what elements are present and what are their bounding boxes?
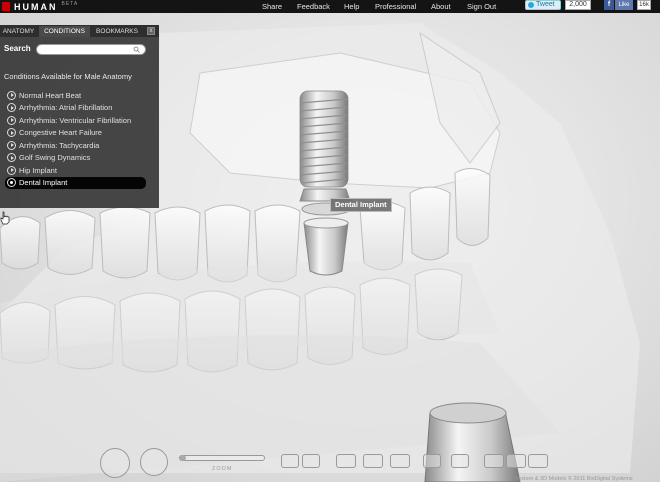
conditions-panel: ANATOMY CONDITIONS BOOKMARKS x Search Co… bbox=[0, 25, 159, 208]
search-input[interactable] bbox=[36, 44, 146, 55]
brand-logo-icon bbox=[2, 2, 10, 11]
play-icon bbox=[7, 140, 16, 150]
layers-icon[interactable] bbox=[423, 454, 441, 468]
tooltip-label: Dental Implant bbox=[330, 198, 392, 212]
tab-anatomy[interactable]: ANATOMY bbox=[0, 26, 37, 37]
tweet-label: Tweet bbox=[536, 1, 555, 8]
skeleton-view-icon[interactable] bbox=[506, 454, 526, 468]
list-item[interactable]: Congestive Heart Failure bbox=[5, 127, 146, 140]
eraser-icon[interactable] bbox=[390, 454, 410, 468]
nav-feedback-link[interactable]: Feedback bbox=[297, 2, 330, 11]
like-button[interactable]: Like bbox=[615, 0, 633, 10]
list-item[interactable]: Normal Heart Beat bbox=[5, 89, 146, 102]
condition-label: Normal Heart Beat bbox=[19, 90, 82, 100]
gender-icon[interactable] bbox=[281, 454, 299, 468]
play-icon bbox=[7, 90, 16, 100]
play-icon bbox=[7, 128, 16, 138]
tab-conditions[interactable]: CONDITIONS bbox=[39, 26, 90, 37]
list-item[interactable]: Hip Implant bbox=[5, 164, 146, 177]
twitter-bird-icon bbox=[528, 2, 534, 8]
zoom-label: ZOOM bbox=[212, 466, 233, 472]
pan-icon[interactable] bbox=[140, 448, 168, 476]
nav-share-link[interactable]: Share bbox=[262, 2, 282, 11]
zoom-slider-handle[interactable] bbox=[180, 455, 186, 461]
beta-badge: BETA bbox=[61, 0, 79, 7]
condition-label: Arrhythmia: Tachycardia bbox=[19, 140, 100, 150]
facebook-icon: f bbox=[604, 0, 614, 10]
play-icon bbox=[7, 115, 16, 125]
tab-bookmarks[interactable]: BOOKMARKS bbox=[92, 26, 142, 37]
panel-tabs: ANATOMY CONDITIONS BOOKMARKS x bbox=[0, 25, 159, 37]
condition-label: Congestive Heart Failure bbox=[19, 128, 102, 138]
implant-screw-icon bbox=[299, 90, 351, 276]
nav-professional-link[interactable]: Professional bbox=[375, 2, 416, 11]
zoom-slider[interactable] bbox=[179, 455, 265, 461]
search-label: Search bbox=[4, 44, 31, 53]
nav-help-link[interactable]: Help bbox=[344, 2, 359, 11]
brand-name: HUMAN bbox=[14, 1, 58, 12]
nav-signout-link[interactable]: Sign Out bbox=[467, 2, 496, 11]
condition-label: Dental Implant bbox=[19, 178, 68, 188]
nav-about-link[interactable]: About bbox=[431, 2, 451, 11]
list-item[interactable]: Arrhythmia: Atrial Fibrillation bbox=[5, 102, 146, 115]
list-item[interactable]: Golf Swing Dynamics bbox=[5, 152, 146, 165]
like-count: 16k bbox=[637, 0, 651, 10]
close-icon[interactable]: x bbox=[147, 27, 155, 35]
play-icon bbox=[7, 153, 16, 163]
play-icon bbox=[7, 165, 16, 175]
conditions-list: Normal Heart Beat Arrhythmia: Atrial Fib… bbox=[5, 89, 146, 189]
pin-icon[interactable] bbox=[302, 454, 320, 468]
tweet-count: 2,000 bbox=[565, 0, 591, 10]
condition-label: Hip Implant bbox=[19, 165, 57, 175]
condition-label: Golf Swing Dynamics bbox=[19, 153, 91, 163]
muscle-view-icon[interactable] bbox=[528, 454, 548, 468]
condition-label: Arrhythmia: Ventricular Fibrillation bbox=[19, 115, 132, 125]
selected-radio-icon bbox=[7, 178, 16, 188]
hand-cursor-icon bbox=[0, 211, 10, 225]
tweet-button[interactable]: Tweet bbox=[525, 0, 561, 10]
list-item[interactable]: Arrhythmia: Tachycardia bbox=[5, 139, 146, 152]
condition-label: Arrhythmia: Atrial Fibrillation bbox=[19, 103, 113, 113]
list-item[interactable]: Arrhythmia: Ventricular Fibrillation bbox=[5, 114, 146, 127]
bottom-toolbar: ZOOM bbox=[96, 446, 561, 478]
camera-icon[interactable] bbox=[363, 454, 383, 468]
list-item-selected[interactable]: Dental Implant bbox=[5, 176, 146, 189]
copyright-text: System & 3D Models © 2011 BioDigital Sys… bbox=[515, 476, 633, 482]
search-icon[interactable] bbox=[133, 46, 140, 53]
tag-icon[interactable] bbox=[336, 454, 356, 468]
brand[interactable]: HUMAN BETA bbox=[2, 0, 78, 13]
top-bar: HUMAN BETA Share Feedback Help Professio… bbox=[0, 0, 660, 13]
grid-icon[interactable] bbox=[451, 454, 469, 468]
conditions-header: Conditions Available for Male Anatomy bbox=[4, 72, 132, 81]
anatomy-view-icon[interactable] bbox=[484, 454, 504, 468]
play-icon bbox=[7, 103, 16, 113]
rotate-icon[interactable] bbox=[100, 448, 130, 478]
